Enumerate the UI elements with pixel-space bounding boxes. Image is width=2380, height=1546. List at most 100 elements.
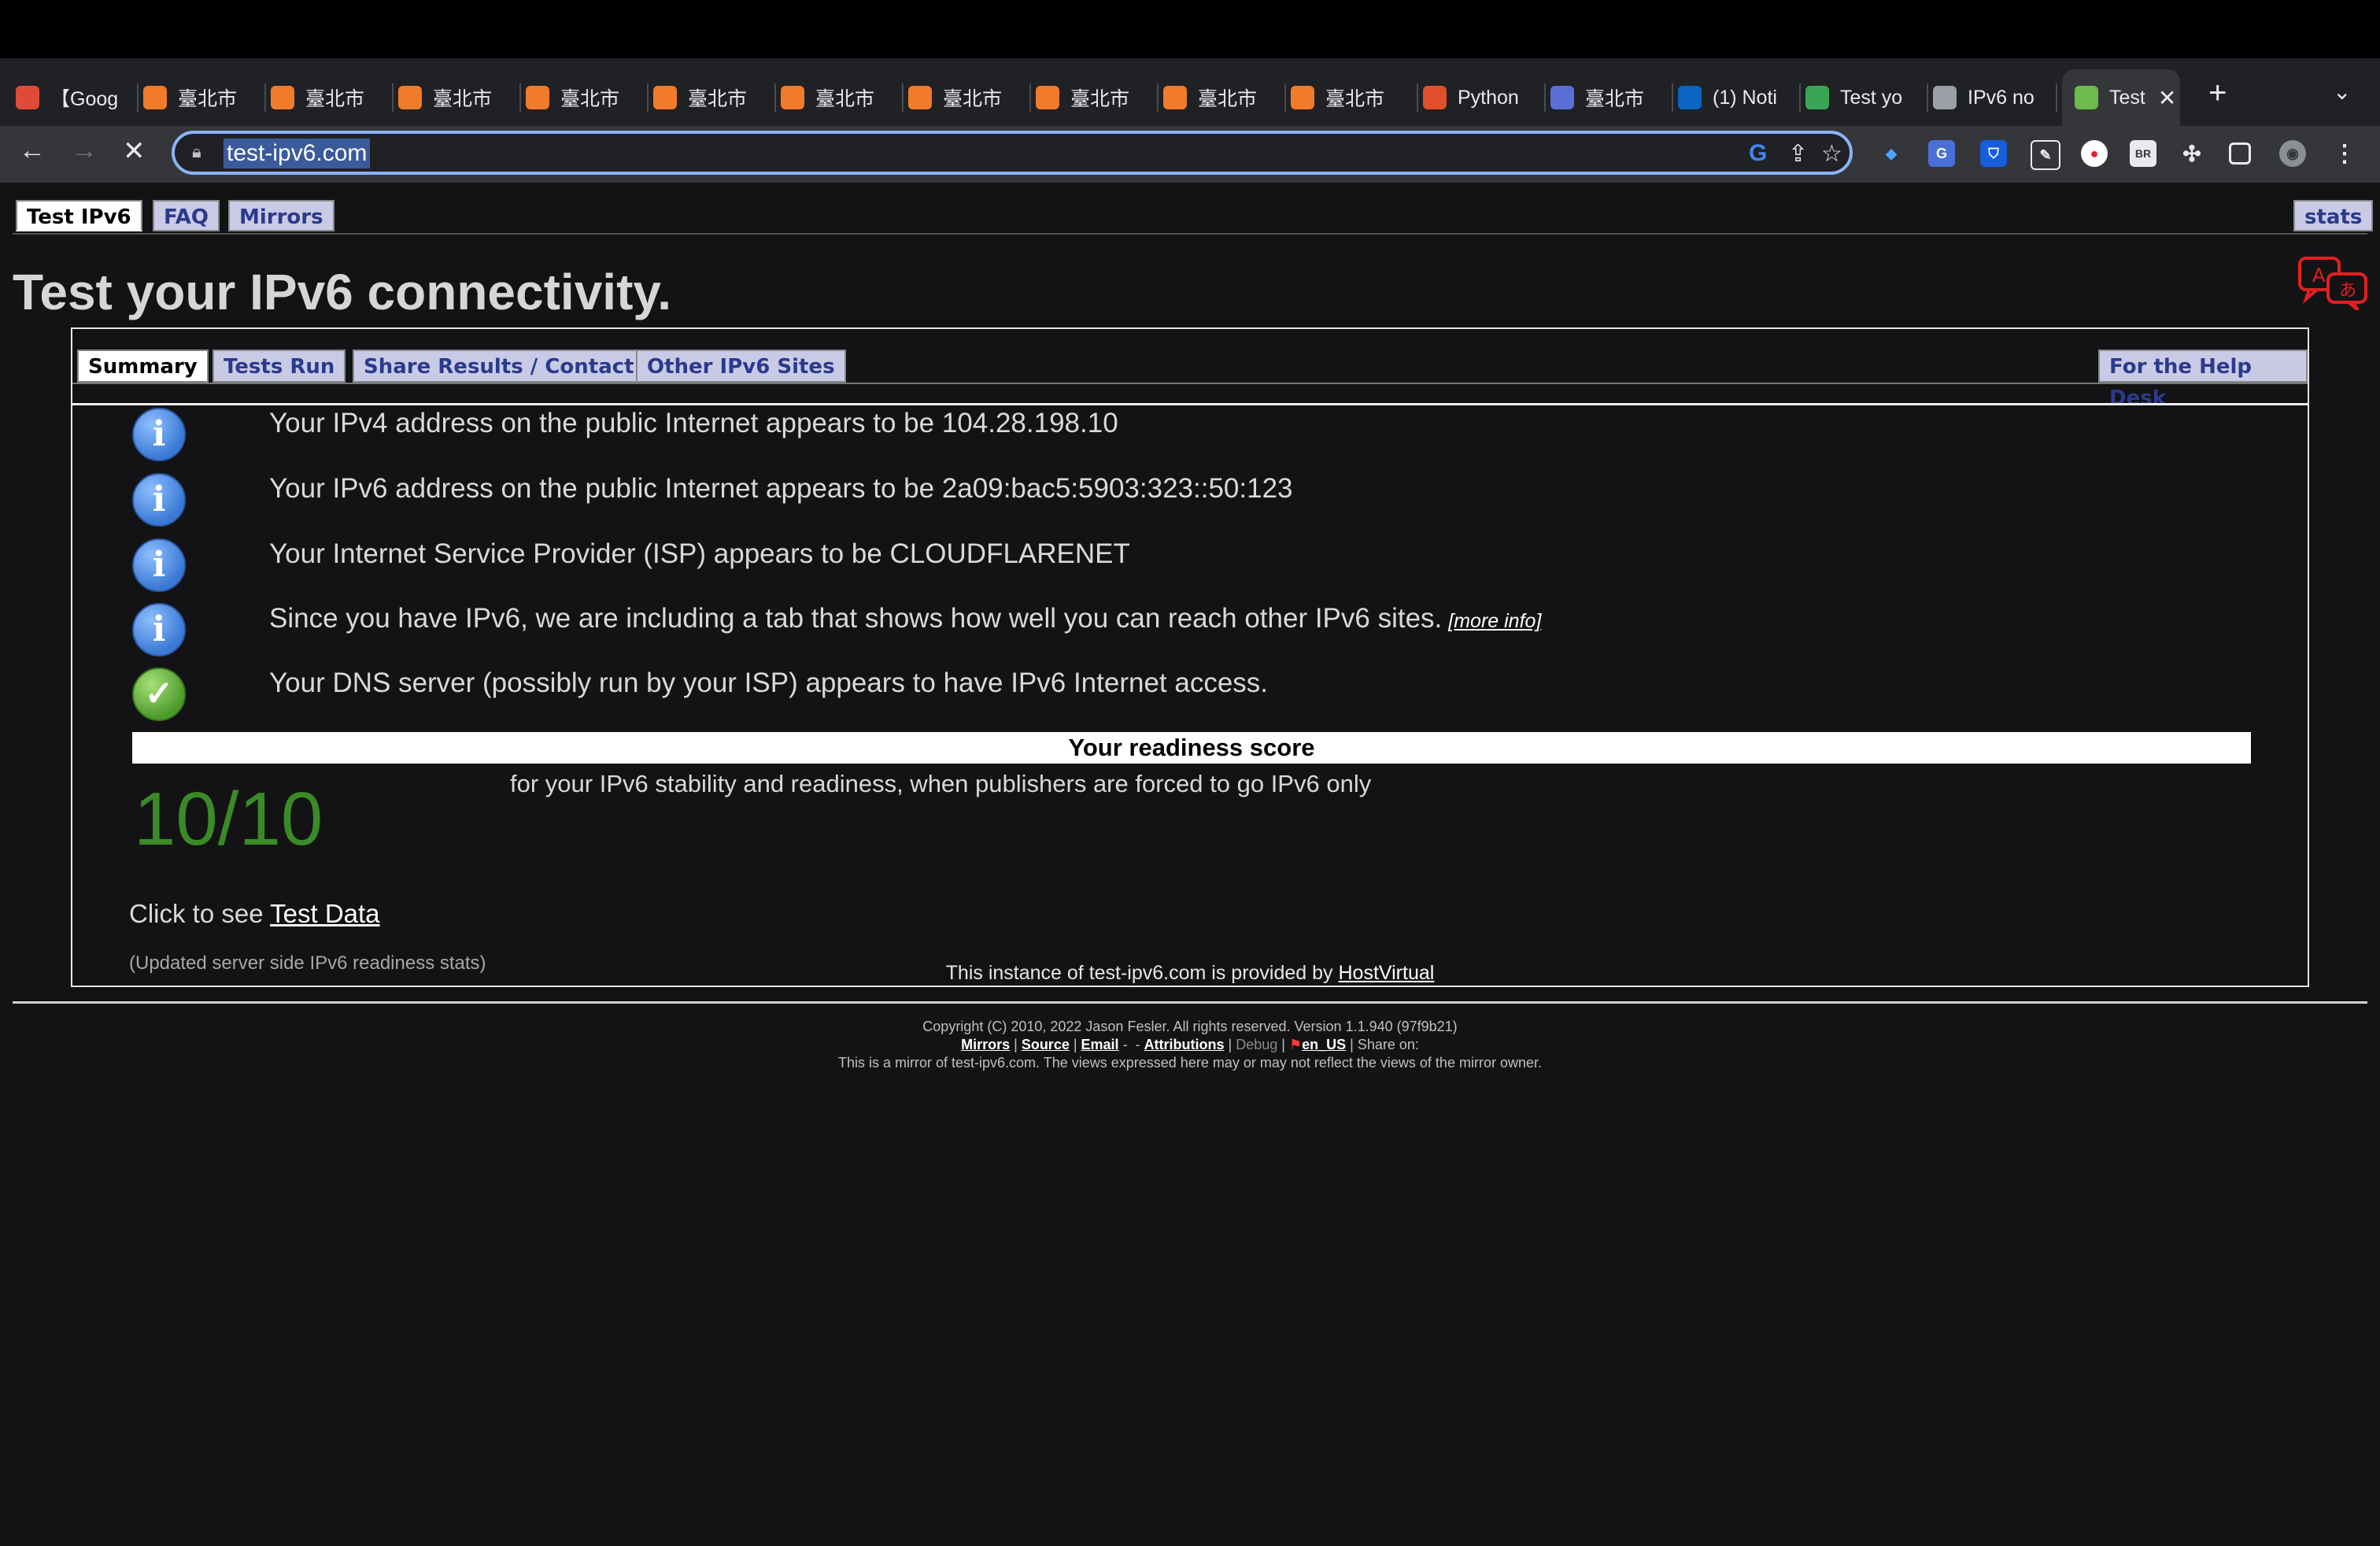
tab-tests-run[interactable]: Tests Run	[213, 350, 346, 383]
back-arrow-icon[interactable]: ←	[19, 135, 46, 166]
result-isp: i Your Internet Service Provider (ISP) a…	[132, 538, 2257, 597]
tab-title: IPv6 no	[1968, 86, 2034, 109]
result-text-wrapper: Since you have IPv6, we are including a …	[269, 603, 1541, 634]
edit-extension-icon[interactable]: ✎	[2031, 140, 2060, 170]
browser-tab[interactable]: (1) Noti	[1678, 69, 1801, 126]
tab-separator	[519, 83, 521, 112]
br-extension-icon[interactable]: BR	[2130, 140, 2156, 167]
provider-link[interactable]: HostVirtual	[1339, 962, 1435, 984]
tab-title: 臺北市	[943, 88, 1003, 110]
tab-stats[interactable]: stats	[2293, 200, 2374, 231]
browser-tab[interactable]: 臺北市	[143, 69, 266, 126]
tab-title: 臺北市	[1325, 88, 1385, 110]
share-icon[interactable]: ⇪	[1788, 140, 1808, 168]
tab-separator	[1157, 83, 1159, 112]
browser-tab[interactable]: 臺北市	[781, 69, 904, 126]
browser-tab[interactable]: Test ✕	[2062, 69, 2180, 126]
tab-help-desk[interactable]: For the Help Desk	[2098, 350, 2308, 410]
tab-title: 臺北市	[433, 88, 493, 110]
tab-share-results[interactable]: Share Results / Contact	[353, 350, 645, 383]
attributions-link[interactable]: Attributions	[1144, 1037, 1225, 1052]
tab-separator	[1029, 83, 1031, 112]
new-tab-button[interactable]: +	[2208, 76, 2227, 111]
browser-tab[interactable]: 臺北市	[653, 69, 776, 126]
tab-title: 臺北市	[178, 88, 238, 110]
browser-toolbar: ← → ✕ 🔒︎ test-ipv6.com G ⇪ ☆ ◆ G ⛉ ✎ ● B…	[0, 126, 2380, 183]
url-text[interactable]: test-ipv6.com	[224, 139, 371, 168]
browser-tab[interactable]: 臺北市	[1036, 69, 1159, 126]
paper-plane-icon	[1423, 86, 1447, 109]
readiness-header: Your readiness score	[132, 732, 2251, 764]
content-divider	[72, 403, 2308, 405]
email-link[interactable]: Email	[1081, 1037, 1119, 1052]
tab-title: 臺北市	[1585, 88, 1645, 110]
orange-square-icon	[1036, 86, 1059, 109]
translate-extension-icon[interactable]: G	[1928, 140, 1955, 167]
tab-separator	[392, 83, 394, 112]
record-extension-icon[interactable]: ●	[2081, 140, 2108, 167]
kebab-menu-icon[interactable]: ⋮	[2331, 140, 2358, 167]
orange-square-icon	[398, 86, 422, 109]
tab-separator	[1799, 83, 1801, 112]
tab-title: 臺北市	[1198, 88, 1258, 110]
tab-separator	[1672, 83, 1673, 112]
window-titlebar	[0, 0, 2380, 58]
orange-square-icon	[908, 86, 932, 109]
more-info-link[interactable]: [more info]	[1448, 610, 1541, 632]
tab-search-chevron-icon[interactable]: ⌄	[2333, 79, 2351, 105]
share-on-label: Share on:	[1357, 1037, 1419, 1052]
source-link[interactable]: Source	[1022, 1037, 1070, 1052]
side-panel-icon[interactable]	[2229, 142, 2251, 165]
tab-summary[interactable]: Summary	[77, 350, 209, 383]
browser-tab[interactable]: 臺北市	[1291, 69, 1418, 126]
tab-test-ipv6[interactable]: Test IPv6	[16, 200, 142, 231]
tab-other-ipv6-sites[interactable]: Other IPv6 Sites	[636, 350, 846, 383]
translate-icon[interactable]: A あ	[2298, 255, 2369, 310]
tab-separator	[774, 83, 776, 112]
mirror-note: This is a mirror of test-ipv6.com. The v…	[838, 1055, 1542, 1071]
browser-tab[interactable]: 臺北市	[271, 69, 394, 126]
close-tab-icon[interactable]: ✕	[2158, 85, 2176, 111]
orange-square-icon	[526, 86, 549, 109]
browser-tab[interactable]: 臺北市	[908, 69, 1031, 126]
profile-avatar-icon[interactable]: ◉	[2279, 140, 2306, 167]
page-title: Test your IPv6 connectivity.	[13, 264, 671, 320]
tab-mirrors[interactable]: Mirrors	[228, 200, 334, 231]
readiness-score: 10/10	[134, 777, 323, 861]
forward-arrow-icon[interactable]: →	[71, 135, 98, 166]
browser-tab[interactable]: 臺北市	[1550, 69, 1673, 126]
debug-link[interactable]: Debug	[1236, 1037, 1277, 1052]
tab-separator	[1417, 83, 1418, 112]
flag-icon: ⚑	[1288, 1037, 1303, 1052]
mirrors-link[interactable]: Mirrors	[961, 1037, 1010, 1052]
bookmark-star-icon[interactable]: ☆	[1821, 140, 1842, 168]
browser-tab[interactable]: 【Goog	[16, 69, 139, 126]
click-to-see-text: Click to see	[129, 899, 264, 928]
google-lens-icon[interactable]: G	[1749, 140, 1767, 167]
browser-tab[interactable]: 臺北市	[526, 69, 649, 126]
tab-faq[interactable]: FAQ	[153, 200, 220, 231]
browser-tab[interactable]: 臺北市	[398, 69, 521, 126]
results-panel: Summary Tests Run Share Results / Contac…	[71, 327, 2309, 987]
linkedin-icon	[1678, 86, 1702, 109]
stop-loading-icon[interactable]: ✕	[123, 135, 146, 167]
diamond-extension-icon[interactable]: ◆	[1878, 140, 1905, 167]
browser-tab[interactable]: IPv6 no	[1933, 69, 2057, 126]
info-icon: i	[132, 473, 186, 527]
locale-link[interactable]: en_US	[1302, 1037, 1346, 1052]
lock-icon[interactable]: 🔒︎	[192, 142, 201, 162]
puzzle-extensions-icon[interactable]: ✣	[2179, 140, 2205, 167]
bitwarden-shield-icon[interactable]: ⛉	[1980, 140, 2007, 167]
test-data-link[interactable]: Test Data	[270, 899, 379, 928]
result-ipv6: i Your IPv6 address on the public Intern…	[132, 473, 2257, 531]
browser-tab[interactable]: 臺北市	[1163, 69, 1286, 126]
tab-title: 臺北市	[305, 88, 365, 110]
tab-title: 臺北市	[815, 88, 875, 110]
tab-title: 臺北市	[1070, 88, 1130, 110]
footer-links: Mirrors | Source | Email - - Attribution…	[961, 1037, 1419, 1052]
orange-square-icon	[781, 86, 804, 109]
address-bar[interactable]: 🔒︎ test-ipv6.com G ⇪ ☆	[172, 131, 1853, 175]
browser-tab[interactable]: Test yo	[1805, 69, 1928, 126]
browser-tab[interactable]: Python	[1423, 69, 1546, 126]
blue-square-icon	[1550, 86, 1574, 109]
